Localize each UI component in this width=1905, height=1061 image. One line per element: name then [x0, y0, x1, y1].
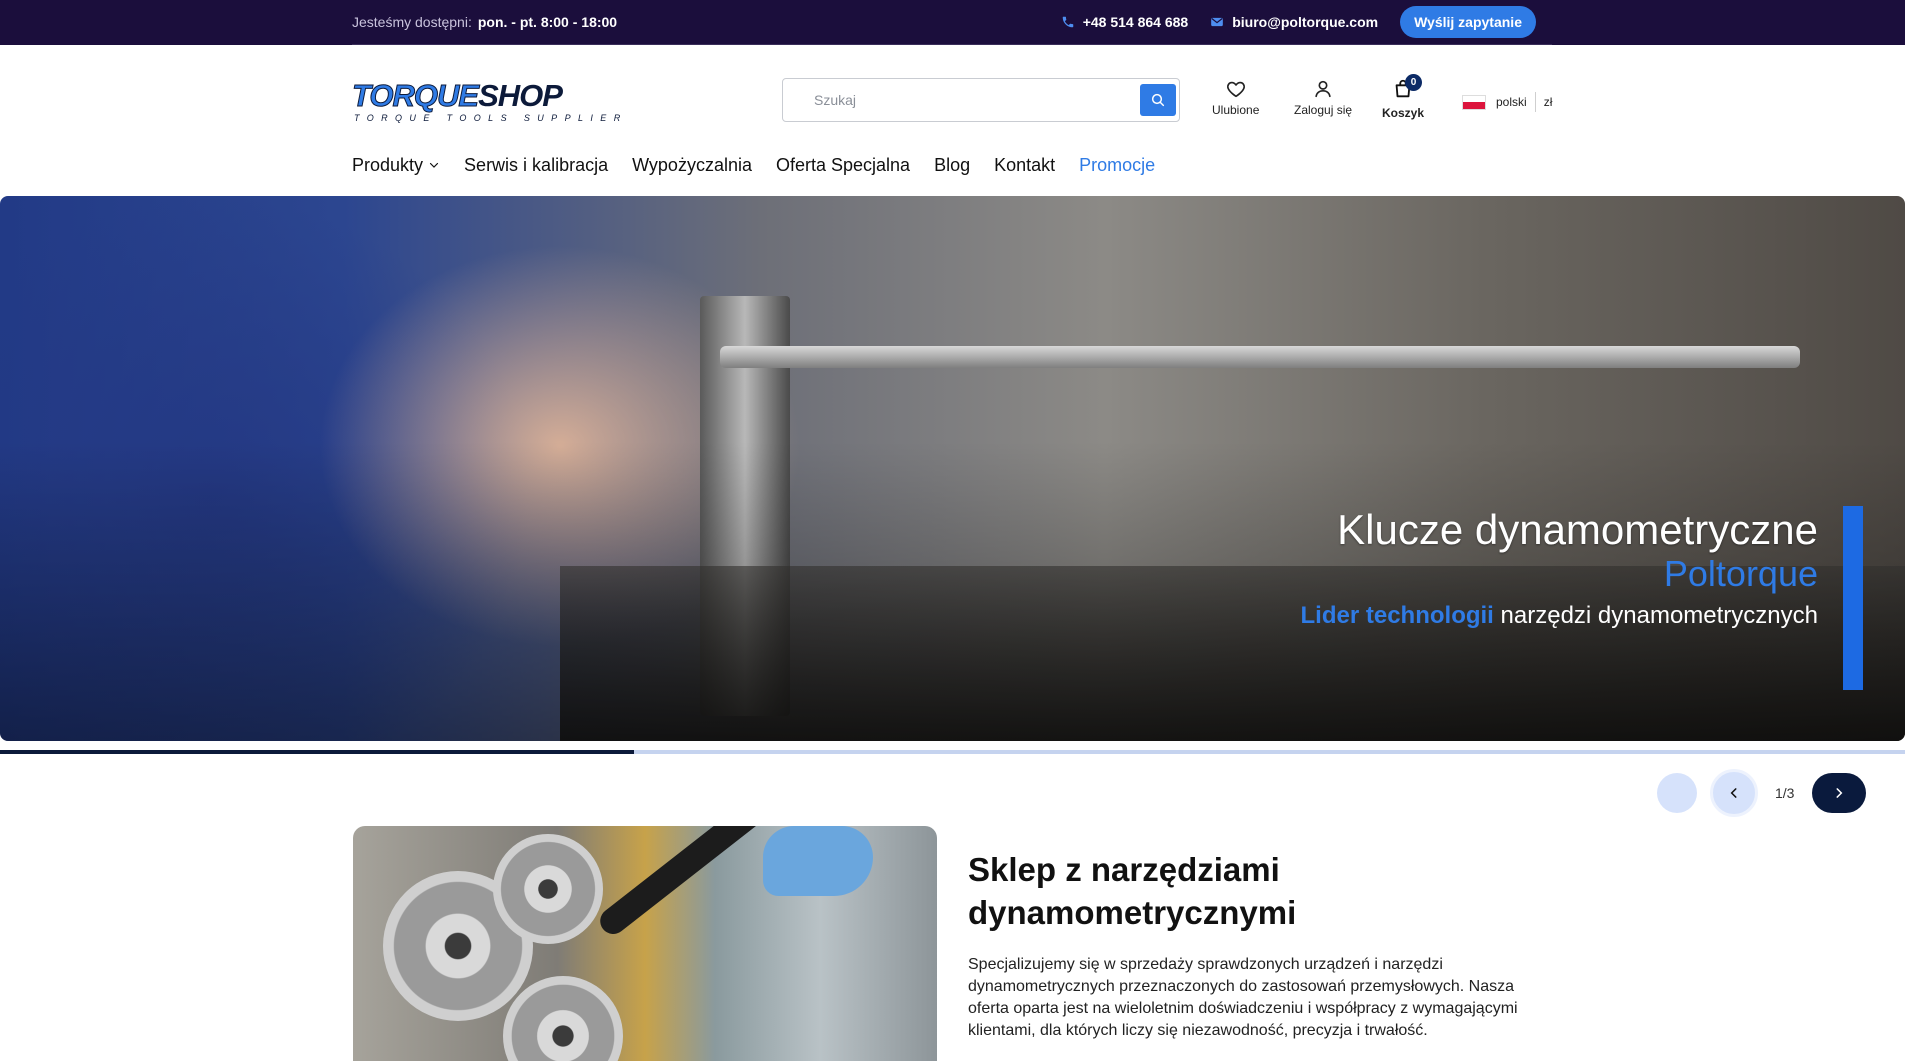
phone-icon [1062, 16, 1073, 28]
cart-icon-wrap: 0 [1392, 74, 1423, 106]
search-box [782, 78, 1180, 122]
slider-prev-button[interactable] [1710, 769, 1758, 817]
cart-count-badge: 0 [1405, 74, 1423, 91]
logo-torque: TORQUE [351, 78, 479, 113]
chevron-down-icon [429, 162, 439, 168]
glove-shape [763, 826, 873, 896]
contact-links: +48 514 864 688 biuro@poltorque.com Wyśl… [1061, 6, 1552, 38]
nav-item-products[interactable]: Produkty [352, 155, 440, 176]
search-input[interactable] [783, 79, 1143, 121]
slider-progress-fill [0, 750, 635, 754]
nav-label: Produkty [352, 154, 424, 175]
intro-text: Specjalizujemy się w sprzedaży sprawdzon… [968, 956, 1518, 1039]
slider-counter: 1/3 [1775, 785, 1795, 801]
nav-item-promotions[interactable]: Promocje [1079, 155, 1155, 176]
hero-text: Klucze dynamometryczne Poltorque Lider t… [1301, 506, 1818, 636]
login-link[interactable]: Zaloguj się [1294, 78, 1352, 117]
top-bar: Jesteśmy dostępni: pon. - pt. 8:00 - 18:0… [0, 0, 1905, 45]
logo[interactable]: TORQUESHOP TORQUE TOOLS SUPPLIER [351, 78, 620, 125]
nav-item-rental[interactable]: Wypożyczalnia [632, 155, 752, 176]
cart-link[interactable]: 0 Koszyk [1382, 74, 1425, 120]
intro-image [353, 826, 937, 1061]
send-inquiry-button[interactable]: Wyślij zapytanie [1400, 6, 1536, 38]
hero-accent-bar [1843, 506, 1863, 690]
nav-item-service[interactable]: Serwis i kalibracja [464, 155, 608, 176]
logo-wordmark: TORQUESHOP [351, 78, 563, 113]
gear-shape [493, 834, 603, 944]
email-link[interactable]: biuro@poltorque.com [1210, 14, 1378, 30]
top-bar-inner: Jesteśmy dostępni: pon. - pt. 8:00 - 18:0… [352, 0, 1552, 45]
header: TORQUESHOP TORQUE TOOLS SUPPLIER Ulubion… [351, 45, 1552, 150]
hero-subtitle: Lider technologii narzędzi dynamometrycz… [1301, 596, 1818, 636]
hero-brand: Poltorque [1663, 553, 1818, 594]
nav-item-contact[interactable]: Kontakt [994, 155, 1055, 176]
hero-slide[interactable]: Klucze dynamometryczne Poltorque Lider t… [0, 196, 1905, 741]
heart-icon [1226, 81, 1245, 98]
slider-next-button[interactable] [1812, 773, 1867, 813]
favorites-label: Ulubione [1212, 103, 1260, 117]
logo-tagline: TORQUE TOOLS SUPPLIER [354, 113, 628, 123]
intro-title: Sklep z narzędziami dynamometrycznymi [968, 851, 1297, 931]
hero-subtitle-strong: Lider technologii [1300, 602, 1494, 629]
main-nav: Produkty Serwis i kalibracja Wypożyczaln… [352, 150, 1155, 180]
slider-progress [0, 750, 1905, 754]
currency-label[interactable]: zł [1544, 95, 1553, 109]
email-address: biuro@poltorque.com [1232, 14, 1379, 30]
hero-subtitle-rest: narzędzi dynamometrycznych [1493, 602, 1818, 629]
search-icon [1151, 93, 1165, 107]
slider-controls: 1/3 [1657, 769, 1867, 817]
phone-number: +48 514 864 688 [1082, 14, 1189, 30]
hero-title: Klucze dynamometryczne [1337, 506, 1818, 553]
phone-link[interactable]: +48 514 864 688 [1061, 14, 1189, 30]
nav-item-blog[interactable]: Blog [934, 155, 970, 176]
nav-item-special-offer[interactable]: Oferta Specjalna [776, 155, 910, 176]
chevron-right-icon [1836, 788, 1843, 798]
divider [1534, 92, 1536, 112]
user-icon [1315, 80, 1331, 98]
availability-label: Jesteśmy dostępni: [352, 14, 472, 30]
availability-info: Jesteśmy dostępni: pon. - pt. 8:00 - 18:0… [352, 14, 617, 30]
login-label: Zaloguj się [1294, 103, 1353, 117]
hero-overlay [0, 196, 1905, 741]
language-label[interactable]: polski [1496, 95, 1527, 109]
cart-label: Koszyk [1382, 106, 1425, 120]
favorites-link[interactable]: Ulubione [1212, 78, 1259, 117]
gear-shape [503, 976, 623, 1061]
search-button[interactable] [1140, 84, 1176, 116]
mail-icon [1211, 17, 1224, 27]
chevron-left-icon [1730, 788, 1737, 798]
language-currency-switcher[interactable]: polski zł [1462, 92, 1552, 112]
availability-hours: pon. - pt. 8:00 - 18:00 [477, 14, 618, 30]
poland-flag-icon [1462, 94, 1486, 110]
slider-pause-button[interactable] [1657, 773, 1697, 813]
logo-shop: SHOP [478, 78, 563, 113]
